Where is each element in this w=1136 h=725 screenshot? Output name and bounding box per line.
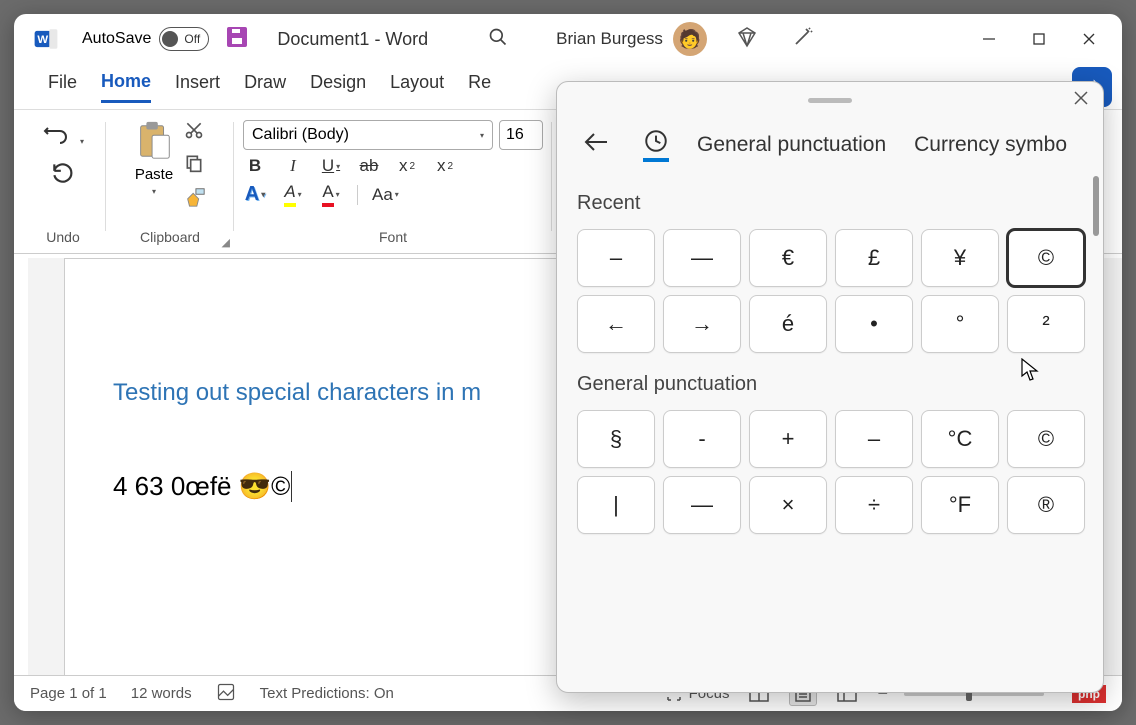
word-app-icon: W (30, 23, 62, 55)
symbol-hyphen[interactable]: - (663, 410, 741, 468)
font-name-select[interactable]: Calibri (Body)▾ (243, 120, 493, 150)
symbol-en-dash[interactable]: – (577, 229, 655, 287)
symbol-divide[interactable]: ÷ (835, 476, 913, 534)
titlebar: W AutoSave Off Document1 - Word Brian Bu… (14, 14, 1122, 64)
superscript-button[interactable]: x2 (433, 156, 457, 176)
tab-general-punctuation[interactable]: General punctuation (697, 133, 886, 157)
magic-icon[interactable] (787, 25, 819, 54)
symbol-em-dash[interactable]: — (663, 229, 741, 287)
symbol-pound[interactable]: £ (835, 229, 913, 287)
avatar[interactable]: 🧑 (673, 22, 707, 56)
symbol-celsius[interactable]: °C (921, 410, 999, 468)
scrollbar[interactable] (1093, 176, 1099, 236)
font-size-select[interactable]: 16 (499, 120, 543, 150)
font-color-button[interactable]: A ▾ (319, 182, 343, 207)
autosave-toggle[interactable]: Off (159, 27, 209, 51)
symbol-plus[interactable]: + (749, 410, 827, 468)
symbol-em-dash-2[interactable]: — (663, 476, 741, 534)
accessibility-icon[interactable] (216, 682, 236, 706)
minimize-button[interactable] (964, 19, 1014, 59)
italic-button[interactable]: I (281, 156, 305, 176)
close-icon[interactable] (1073, 90, 1089, 111)
symbol-pipe[interactable]: | (577, 476, 655, 534)
symbol-minus[interactable]: – (835, 410, 913, 468)
toggle-knob (162, 31, 178, 47)
body-text[interactable]: 4 63 0œfë 😎© (113, 471, 535, 502)
highlight-button[interactable]: A ▾ (281, 182, 305, 207)
tab-home[interactable]: Home (101, 71, 151, 103)
undo-button[interactable]: ▾ (42, 124, 84, 150)
save-icon[interactable] (225, 25, 249, 54)
symbol-titlebar[interactable] (557, 82, 1103, 118)
page[interactable]: Testing out special characters in m 4 63… (64, 258, 584, 678)
recent-grid: – — € £ ¥ © ← → é • ° ² (577, 229, 1083, 353)
clipboard-group: Paste ▾ Clipboard ◢ (110, 116, 230, 251)
symbol-body: Recent – — € £ ¥ © ← → é • ° ² General p… (557, 172, 1103, 692)
symbol-e-acute[interactable]: é (749, 295, 827, 353)
tab-design[interactable]: Design (310, 72, 366, 101)
close-button[interactable] (1064, 19, 1114, 59)
symbol-copyright[interactable]: © (1007, 229, 1085, 287)
word-count[interactable]: 12 words (131, 685, 192, 702)
clipboard-label: Clipboard ◢ (140, 227, 200, 247)
search-icon[interactable] (488, 27, 508, 52)
window-controls (964, 19, 1114, 59)
tab-currency-symbols[interactable]: Currency symbo (914, 133, 1067, 157)
change-case-button[interactable]: Aa▾ (372, 185, 399, 205)
recent-tab-icon[interactable] (643, 128, 669, 162)
symbol-degree[interactable]: ° (921, 295, 999, 353)
subscript-button[interactable]: x2 (395, 156, 419, 176)
symbol-copyright-2[interactable]: © (1007, 410, 1085, 468)
paste-button[interactable]: Paste ▾ (134, 120, 174, 196)
symbol-yen[interactable]: ¥ (921, 229, 999, 287)
tab-file[interactable]: File (48, 72, 77, 101)
symbol-section[interactable]: § (577, 410, 655, 468)
bold-button[interactable]: B (243, 156, 267, 176)
back-icon[interactable] (577, 125, 615, 165)
symbol-bullet[interactable]: • (835, 295, 913, 353)
symbol-fahrenheit[interactable]: °F (921, 476, 999, 534)
drag-handle[interactable] (808, 98, 852, 103)
redo-button[interactable] (50, 160, 76, 192)
tab-layout[interactable]: Layout (390, 72, 444, 101)
strike-button[interactable]: ab (357, 156, 381, 176)
symbol-euro[interactable]: € (749, 229, 827, 287)
paste-label: Paste (135, 166, 173, 183)
symbol-superscript-2[interactable]: ² (1007, 295, 1085, 353)
symbol-registered[interactable]: ® (1007, 476, 1085, 534)
recent-heading: Recent (577, 192, 1083, 215)
font-label: Font (379, 227, 407, 247)
copy-button[interactable] (184, 153, 206, 178)
symbol-multiply[interactable]: × (749, 476, 827, 534)
title-extras (731, 25, 819, 54)
maximize-button[interactable] (1014, 19, 1064, 59)
general-grid: § - + – °C © | — × ÷ °F ® (577, 410, 1083, 534)
heading-text[interactable]: Testing out special characters in m (113, 379, 535, 407)
diamond-icon[interactable] (731, 25, 763, 54)
symbol-arrow-right[interactable]: → (663, 295, 741, 353)
autosave-label: AutoSave (82, 30, 151, 48)
autosave-control[interactable]: AutoSave Off (82, 27, 209, 51)
format-painter-button[interactable] (184, 186, 206, 213)
symbol-panel: General punctuation Currency symbo Recen… (556, 81, 1104, 693)
cut-button[interactable] (184, 120, 206, 145)
autosave-state: Off (184, 32, 200, 46)
undo-label: Undo (46, 227, 79, 247)
user-name[interactable]: Brian Burgess (556, 29, 663, 49)
tab-draw[interactable]: Draw (244, 72, 286, 101)
svg-text:W: W (37, 34, 48, 46)
tab-insert[interactable]: Insert (175, 72, 220, 101)
tab-references-partial[interactable]: Re (468, 72, 491, 101)
general-heading: General punctuation (577, 373, 1083, 396)
symbol-tabs: General punctuation Currency symbo (557, 118, 1103, 172)
font-group: Calibri (Body)▾ 16 B I U ▾ ab x2 x2 A ▾ … (238, 116, 548, 251)
text-effects-button[interactable]: A ▾ (243, 183, 267, 206)
undo-group: ▾ Undo (24, 116, 102, 251)
document-title[interactable]: Document1 - Word (277, 29, 428, 50)
text-predictions[interactable]: Text Predictions: On (260, 685, 394, 702)
symbol-arrow-left[interactable]: ← (577, 295, 655, 353)
page-count[interactable]: Page 1 of 1 (30, 685, 107, 702)
underline-button[interactable]: U ▾ (319, 156, 343, 176)
